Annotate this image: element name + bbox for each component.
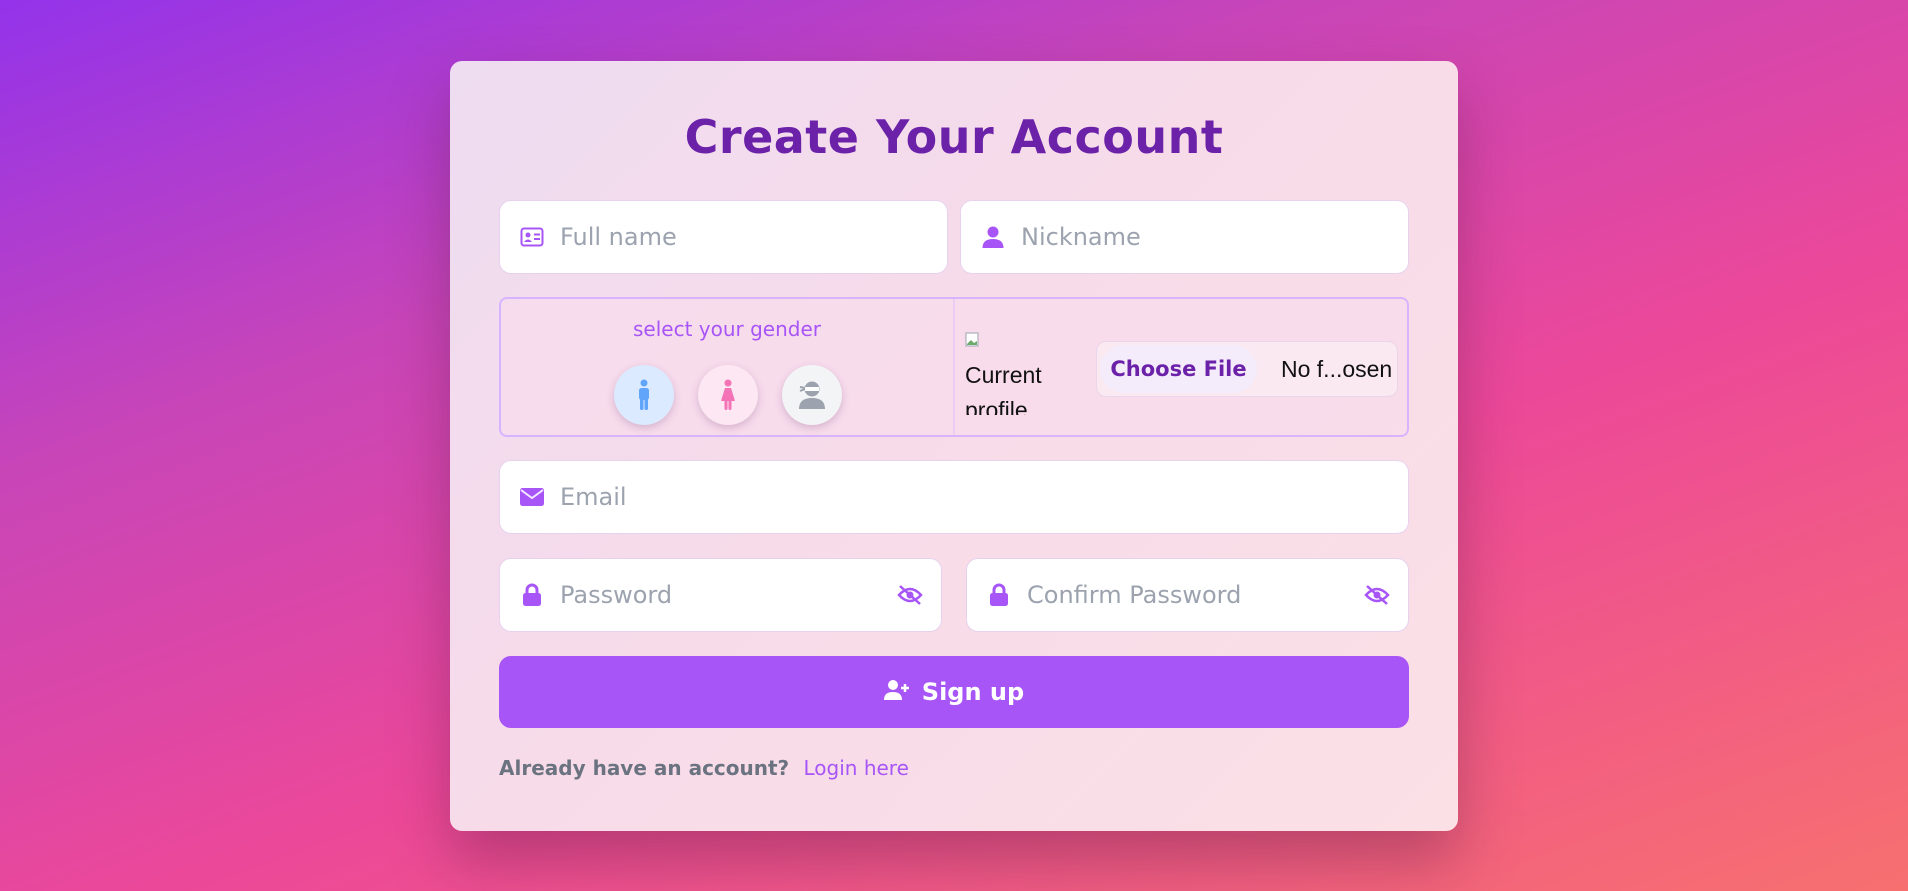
gender-selector: select your gender xyxy=(499,297,955,437)
broken-image-icon xyxy=(965,323,981,347)
confirm-password-placeholder: Confirm Password xyxy=(1027,581,1242,609)
page-title: Create Your Account xyxy=(684,110,1224,164)
login-link[interactable]: Login here xyxy=(804,756,909,780)
lock-icon xyxy=(985,581,1013,609)
full-name-placeholder: Full name xyxy=(560,223,677,251)
choose-file-button[interactable]: Choose File xyxy=(1100,345,1257,393)
profile-image-alt-text: Current profile xyxy=(965,362,1042,415)
male-icon xyxy=(637,379,651,411)
signup-button[interactable]: Sign up xyxy=(499,656,1409,728)
signup-label: Sign up xyxy=(921,678,1025,706)
file-status-text: No f...osen xyxy=(1281,355,1393,382)
profile-image: Current profile xyxy=(965,323,1055,415)
gender-other-button[interactable] xyxy=(782,365,842,425)
login-question: Already have an account? xyxy=(499,756,790,780)
page-background: Create Your Account Full name Nickname s… xyxy=(0,0,1908,891)
full-name-field[interactable]: Full name xyxy=(499,200,948,274)
password-placeholder: Password xyxy=(560,581,673,609)
login-prompt: Already have an account? Login here xyxy=(499,756,909,780)
confirm-password-field[interactable]: Confirm Password xyxy=(966,558,1409,632)
envelope-icon xyxy=(518,483,546,511)
email-field[interactable]: Email xyxy=(499,460,1409,534)
user-icon xyxy=(979,223,1007,251)
user-plus-icon xyxy=(883,679,910,705)
gender-female-button[interactable] xyxy=(698,365,758,425)
password-field[interactable]: Password xyxy=(499,558,942,632)
eye-slash-icon[interactable] xyxy=(1362,580,1392,610)
lock-icon xyxy=(518,581,546,609)
female-icon xyxy=(720,379,736,411)
user-ninja-icon xyxy=(798,380,826,410)
nickname-field[interactable]: Nickname xyxy=(960,200,1409,274)
profile-photo-section: Current profile Choose File No f...osen xyxy=(953,297,1409,437)
nickname-placeholder: Nickname xyxy=(1021,223,1141,251)
gender-label: select your gender xyxy=(632,317,821,341)
id-card-icon xyxy=(518,223,546,251)
gender-male-button[interactable] xyxy=(614,365,674,425)
profile-file-input[interactable]: Choose File No f...osen xyxy=(1096,341,1398,397)
eye-slash-icon[interactable] xyxy=(895,580,925,610)
email-placeholder: Email xyxy=(560,483,627,511)
